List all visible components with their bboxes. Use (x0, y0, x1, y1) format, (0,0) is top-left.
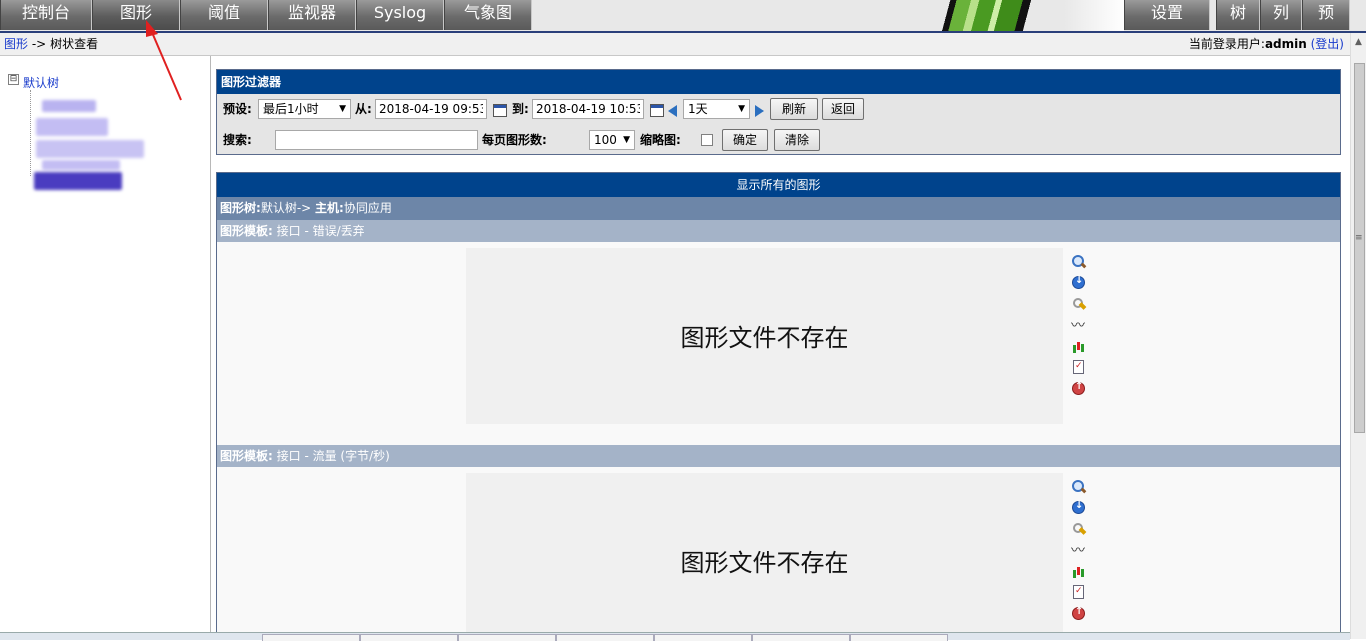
preset-select[interactable]: 最后1小时 ▼ (258, 99, 351, 119)
search-input[interactable] (275, 130, 478, 150)
tab-syslog[interactable]: Syslog (356, 0, 444, 30)
breadcrumb: 图形 -> 树状查看 当前登录用户:admin (登出) (0, 33, 1350, 56)
tree-item-selected-redacted[interactable] (34, 172, 122, 190)
scroll-grip-icon: ≡ (1355, 233, 1363, 243)
bar-chart-icon[interactable] (1071, 339, 1087, 355)
tree-item-redacted[interactable] (42, 160, 120, 170)
template-label: 图形模板: (220, 449, 273, 463)
tree-connector (30, 90, 32, 176)
chevron-down-icon: ▼ (623, 135, 630, 145)
timespan-select[interactable]: 1天 ▼ (683, 99, 750, 119)
realtime-wave-icon[interactable] (1071, 540, 1087, 560)
tree-item-redacted[interactable] (36, 118, 108, 136)
graphs-per-page-select[interactable]: 100 ▼ (589, 130, 635, 150)
breadcrumb-separator: -> (31, 37, 47, 51)
from-label: 从: (355, 102, 372, 116)
graph-image[interactable]: 图形文件不存在 (466, 248, 1063, 424)
tab-tree-view[interactable]: 树 (1216, 0, 1260, 30)
confirm-button[interactable]: 确定 (722, 129, 768, 151)
timespan-select-value: 1天 (688, 102, 708, 116)
move-up-icon[interactable] (1071, 381, 1087, 397)
template-value: 接口 - 错误/丢弃 (276, 224, 365, 238)
tab-thresholds[interactable]: 阈值 (180, 0, 268, 30)
csv-export-icon[interactable] (1071, 585, 1087, 601)
tab-list-view[interactable]: 列 (1260, 0, 1302, 30)
graph-tree-host-bar: 图形树:默认树-> 主机:协同应用 (217, 197, 1340, 220)
host-label: 主机: (315, 201, 344, 215)
graph-list-header: 显示所有的图形 (217, 173, 1340, 197)
top-nav-bar: 控制台 图形 阈值 监视器 Syslog 气象图 设置 树 列 预 (0, 0, 1366, 33)
tree-root-default[interactable]: 默认树 (23, 74, 59, 91)
clear-button[interactable]: 清除 (774, 129, 820, 151)
graph-list-panel: 显示所有的图形 图形树:默认树-> 主机:协同应用 图形模板: 接口 - 错误/… (216, 172, 1341, 639)
chevron-down-icon: ▼ (339, 104, 346, 114)
taskbar-item[interactable] (458, 634, 556, 641)
taskbar-item[interactable] (752, 634, 850, 641)
page-scrollbar[interactable]: ▲ ≡ (1350, 33, 1366, 639)
template-value: 接口 - 流量 (字节/秒) (276, 449, 390, 463)
graphs-per-page-value: 100 (594, 133, 617, 147)
calendar-icon[interactable] (493, 104, 507, 117)
current-user-label: 当前登录用户: (1188, 37, 1265, 51)
taskbar-item[interactable] (556, 634, 654, 641)
taskbar-item[interactable] (850, 634, 948, 641)
chevron-down-icon: ▼ (738, 104, 745, 114)
graph-missing-message: 图形文件不存在 (680, 324, 849, 352)
tab-settings[interactable]: 设置 (1124, 0, 1210, 30)
move-down-icon[interactable] (1071, 500, 1087, 516)
logout-link[interactable]: (登出) (1311, 37, 1344, 51)
tree-value: 默认树-> (260, 201, 312, 215)
taskbar-item[interactable] (654, 634, 752, 641)
wrench-icon[interactable] (1071, 296, 1087, 312)
taskbar-item[interactable] (262, 634, 360, 641)
zoom-icon[interactable] (1071, 479, 1087, 495)
graph-template-bar: 图形模板: 接口 - 流量 (字节/秒) (217, 445, 1340, 467)
shift-forward-arrow-icon[interactable] (755, 105, 764, 117)
realtime-wave-icon[interactable] (1071, 315, 1087, 335)
brand-artwork (940, 0, 1124, 31)
search-label: 搜索: (223, 133, 252, 147)
bar-chart-icon[interactable] (1071, 564, 1087, 580)
thumbnail-checkbox[interactable] (701, 134, 713, 146)
host-value: 协同应用 (343, 201, 392, 215)
graph-template-bar: 图形模板: 接口 - 错误/丢弃 (217, 220, 1340, 242)
move-down-icon[interactable] (1071, 275, 1087, 291)
graph-filter-panel: 图形过滤器 预设: 最后1小时 ▼ 从: 到: 1天 ▼ 刷新 返回 搜索: 每页图… (216, 69, 1341, 155)
zoom-icon[interactable] (1071, 254, 1087, 270)
preset-label: 预设: (223, 102, 252, 116)
preset-select-value: 最后1小时 (263, 102, 319, 116)
tab-weathermap[interactable]: 气象图 (444, 0, 532, 30)
to-label: 到: (512, 102, 529, 116)
taskbar-item[interactable] (360, 634, 458, 641)
thumbnail-label: 缩略图: (640, 133, 681, 147)
breadcrumb-link-graphs[interactable]: 图形 (4, 37, 28, 51)
graph-image[interactable]: 图形文件不存在 (466, 473, 1063, 639)
scroll-up-icon[interactable]: ▲ (1355, 37, 1362, 47)
tree-label: 图形树: (220, 201, 261, 215)
graph-missing-message: 图形文件不存在 (680, 549, 849, 577)
tree-item-redacted[interactable] (36, 140, 144, 158)
current-user-name: admin (1264, 37, 1307, 51)
tree-item-redacted[interactable] (42, 100, 96, 112)
tab-monitor[interactable]: 监视器 (268, 0, 356, 30)
template-label: 图形模板: (220, 224, 273, 238)
csv-export-icon[interactable] (1071, 360, 1087, 376)
to-date-input[interactable] (532, 99, 644, 119)
from-date-input[interactable] (375, 99, 487, 119)
shift-back-arrow-icon[interactable] (668, 105, 677, 117)
tab-preview-view[interactable]: 预 (1302, 0, 1350, 30)
back-button[interactable]: 返回 (822, 98, 864, 120)
breadcrumb-current: 树状查看 (50, 37, 99, 51)
filter-title: 图形过滤器 (217, 70, 1340, 94)
wrench-icon[interactable] (1071, 521, 1087, 537)
graphs-per-page-label: 每页图形数: (482, 133, 547, 147)
graph-tree-panel: ⊟ 默认树 (0, 56, 211, 639)
scrollbar-thumb[interactable] (1354, 63, 1365, 433)
tab-console[interactable]: 控制台 (0, 0, 92, 30)
tab-graphs[interactable]: 图形 (92, 0, 180, 30)
calendar-icon[interactable] (650, 104, 664, 117)
tree-collapse-icon[interactable]: ⊟ (8, 74, 19, 85)
move-up-icon[interactable] (1071, 606, 1087, 622)
refresh-button[interactable]: 刷新 (770, 98, 818, 120)
